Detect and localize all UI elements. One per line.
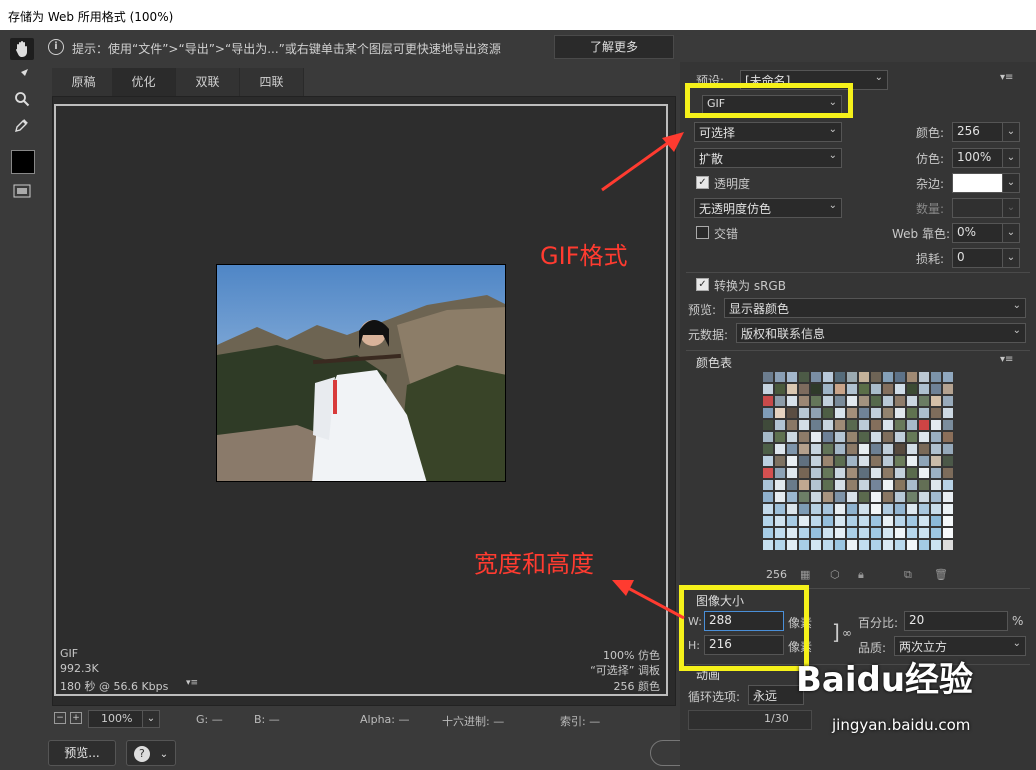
size-annotation: 宽度和高度 [474,550,594,578]
watermark-url: jingyan.baidu.com [832,716,971,734]
baidu-jingyan-logo: Baidu经验 [796,660,974,700]
gif-format-annotation: GIF格式 [540,242,628,270]
